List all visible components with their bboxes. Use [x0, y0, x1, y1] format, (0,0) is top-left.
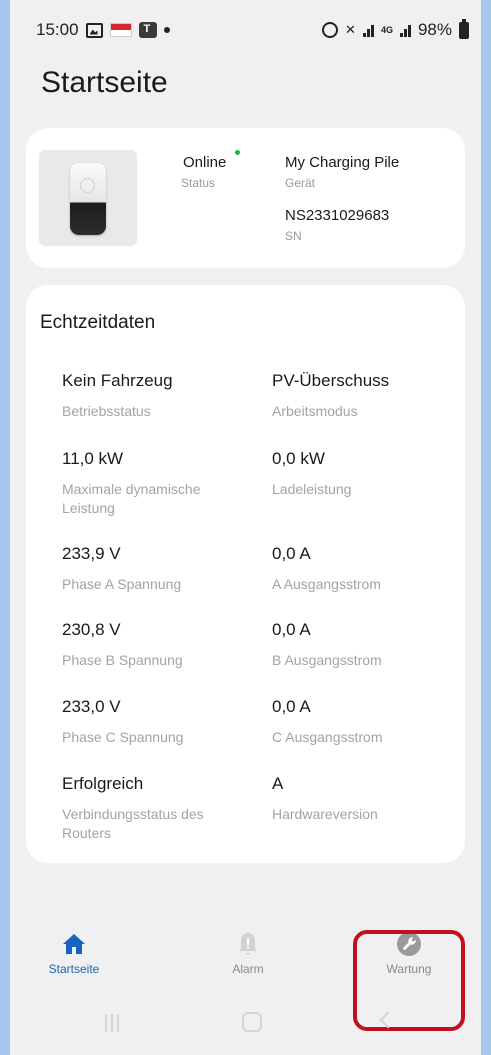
charging-pile-icon: [70, 163, 106, 235]
phase-c-voltage-label: Phase C Spannung: [62, 729, 184, 745]
status-value: Online: [183, 154, 227, 171]
phase-a-voltage-label: Phase A Spannung: [62, 576, 182, 592]
charger-image: [39, 150, 137, 246]
status-bar: 15:00 ✕ 4G 98%: [10, 0, 481, 60]
alarm-clock-icon: [322, 22, 339, 38]
system-nav-bar: [10, 1010, 481, 1050]
status-time: 15:00: [36, 20, 79, 39]
recents-icon[interactable]: [105, 1014, 127, 1032]
teams-icon: [138, 22, 157, 38]
battery-icon: [459, 18, 469, 39]
device-name: My Charging Pile: [285, 154, 400, 171]
a-output-current-label: A Ausgangsstrom: [272, 576, 381, 592]
cell-signal-icon: [399, 23, 411, 37]
work-mode-label: Arbeitsmodus: [272, 403, 358, 419]
notification-dot-icon: [163, 27, 170, 33]
phone-screen: 15:00 ✕ 4G 98% Startseite: [10, 0, 481, 1055]
device-card[interactable]: Online Status My Charging Pile Gerät NS2…: [26, 128, 465, 268]
device-label: Gerät: [285, 176, 316, 190]
home-icon: [63, 934, 85, 954]
operating-status-value: Kein Fahrzeug: [62, 371, 173, 390]
alarm-bell-icon: [239, 933, 257, 955]
serial-label: SN: [285, 229, 302, 243]
max-dynamic-power-value: 11,0 kW: [62, 449, 124, 468]
mute-icon: ✕: [345, 22, 356, 37]
a-output-current-value: 0,0 A: [272, 544, 311, 563]
hardware-version-label: Hardwareversion: [272, 806, 378, 822]
phase-c-voltage-value: 233,0 V: [62, 697, 121, 716]
max-dynamic-power-label: Maximale dynamische Leistung: [62, 481, 201, 516]
phase-a-voltage-value: 233,9 V: [62, 544, 121, 563]
realtime-title: Echtzeitdaten: [40, 312, 156, 333]
online-indicator: [235, 150, 240, 155]
router-connection-value: Erfolgreich: [62, 774, 144, 793]
phase-b-voltage-label: Phase B Spannung: [62, 652, 183, 668]
c-output-current-value: 0,0 A: [272, 697, 311, 716]
nav-alarm[interactable]: Alarm: [193, 928, 303, 976]
realtime-data-card: Echtzeitdaten Kein Fahrzeug Betriebsstat…: [26, 285, 465, 863]
charging-power-value: 0,0 kW: [272, 449, 325, 468]
router-connection-label: Verbindungsstatus des Routers: [62, 806, 204, 841]
b-output-current-value: 0,0 A: [272, 620, 311, 639]
work-mode-value: PV-Überschuss: [272, 371, 390, 390]
phase-b-voltage-value: 230,8 V: [62, 620, 121, 639]
flag-icon: [109, 23, 132, 37]
battery-percent: 98%: [417, 20, 452, 39]
charging-power-label: Ladeleistung: [272, 481, 352, 497]
hardware-version-value: A: [272, 774, 284, 793]
gallery-icon: [85, 22, 103, 38]
c-output-current-label: C Ausgangsstrom: [272, 729, 383, 745]
serial-number: NS2331029683: [285, 207, 390, 224]
home-button-icon[interactable]: [242, 1012, 262, 1032]
status-label: Status: [181, 176, 216, 190]
b-output-current-label: B Ausgangsstrom: [272, 652, 382, 668]
back-icon[interactable]: [379, 1011, 397, 1029]
nav-home[interactable]: Startseite: [19, 928, 129, 976]
page-title: Startseite: [41, 66, 168, 99]
nav-home-label: Startseite: [48, 962, 100, 976]
wifi-signal-icon: [362, 23, 374, 37]
operating-status-label: Betriebsstatus: [62, 403, 151, 419]
network-type: 4G: [380, 25, 393, 35]
nav-alarm-label: Alarm: [232, 962, 264, 976]
